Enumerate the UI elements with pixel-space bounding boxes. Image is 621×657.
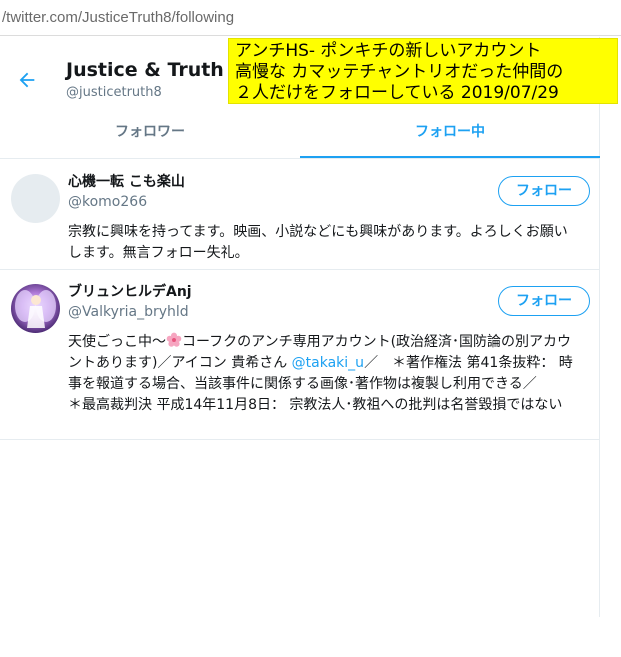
mention-link[interactable]: @takaki_u	[292, 355, 364, 371]
url-text[interactable]: /twitter.com/JusticeTruth8/following	[2, 9, 234, 26]
avatar[interactable]	[11, 284, 60, 333]
angel-avatar-image	[11, 284, 60, 333]
profile-handle: @justicetruth8	[66, 85, 162, 100]
cherry-blossom-icon	[166, 332, 182, 347]
tab-bar: フォロワー フォロー中	[0, 109, 600, 159]
profile-name: Justice & Truth	[66, 59, 224, 81]
tab-following[interactable]: フォロー中	[300, 109, 600, 158]
arrow-left-icon	[19, 72, 35, 88]
follow-button[interactable]: フォロー	[498, 286, 590, 316]
annotation-line: 高慢な カマッテチャントリオだった仲間の	[235, 62, 564, 82]
annotation-line: ２人だけをフォローしている 2019/07/29	[235, 83, 559, 103]
annotation-box: アンチHS- ポンキチの新しいアカウント 高慢な カマッテチャントリオだった仲間…	[228, 38, 618, 104]
browser-address-bar[interactable]: /twitter.com/JusticeTruth8/following	[0, 0, 621, 36]
back-button[interactable]	[12, 65, 42, 95]
tab-followers[interactable]: フォロワー	[0, 109, 300, 158]
list-item[interactable]: ブリュンヒルデAnj @Valkyria_bryhld 天使ごっこ中～ コーフクの…	[0, 270, 600, 440]
following-panel: Justice & Truth @justicetruth8 フォロワー フォロ…	[0, 37, 600, 617]
user-bio: 天使ごっこ中～ コーフクのアンチ専用アカウント(政治経済･国防論の別アカウントあり…	[68, 332, 586, 416]
url-path: JusticeTruth8/following	[82, 9, 235, 26]
bio-text: 天使ごっこ中～	[68, 334, 166, 350]
user-list: 心機一転 こも楽山 @komo266 宗教に興味を持ってます。映画、小説などにも…	[0, 160, 600, 440]
user-bio: 宗教に興味を持ってます。映画、小説などにも興味があります。よろしくお願いします。…	[68, 224, 568, 261]
avatar[interactable]	[11, 174, 60, 223]
url-prefix: /twitter.com/	[2, 9, 83, 26]
annotation-line: アンチHS- ポンキチの新しいアカウント	[235, 41, 542, 61]
follow-button[interactable]: フォロー	[498, 176, 590, 206]
list-item[interactable]: 心機一転 こも楽山 @komo266 宗教に興味を持ってます。映画、小説などにも…	[0, 160, 600, 270]
